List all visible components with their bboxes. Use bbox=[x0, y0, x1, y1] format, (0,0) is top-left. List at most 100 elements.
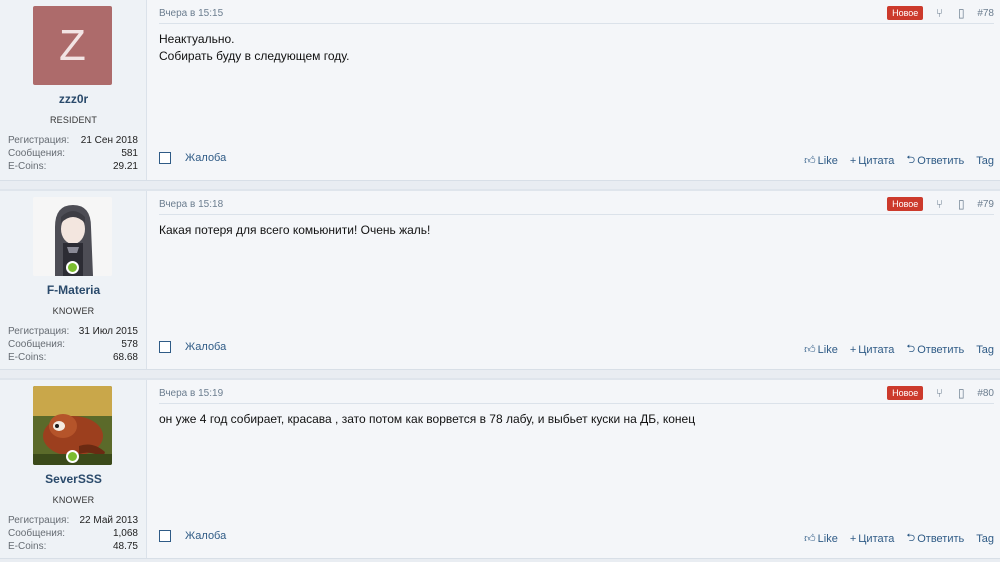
post-meta-actions: Новое ⑂ ▯ #80 bbox=[887, 386, 994, 400]
username[interactable]: zzz0r bbox=[0, 92, 147, 106]
stat-value: 31 Июл 2015 bbox=[78, 326, 138, 337]
post-number[interactable]: #80 bbox=[977, 388, 994, 399]
user-title: RESIDENT bbox=[49, 115, 98, 125]
post-meta: Вчера в 15:19 Новое ⑂ ▯ #80 bbox=[159, 386, 994, 404]
like-label: Like bbox=[817, 154, 838, 167]
report-link[interactable]: Жалоба bbox=[185, 530, 226, 542]
plus-icon: + bbox=[849, 532, 857, 545]
select-checkbox[interactable] bbox=[159, 530, 171, 542]
username[interactable]: F-Materia bbox=[0, 283, 147, 297]
post-number[interactable]: #78 bbox=[977, 8, 994, 19]
tag-button[interactable]: Tag bbox=[976, 340, 994, 359]
stat-label: Сообщения: bbox=[8, 528, 66, 539]
stat-label: E-Coins: bbox=[8, 541, 47, 552]
like-button[interactable]: 👍︎ Like bbox=[804, 529, 838, 548]
new-badge: Новое bbox=[887, 197, 924, 211]
share-icon[interactable]: ⑂ bbox=[933, 197, 945, 211]
reply-button[interactable]: ⮌ Ответить bbox=[906, 529, 964, 548]
post-line: он уже 4 год собирает, красава , зато по… bbox=[159, 412, 696, 426]
reply-label: Ответить bbox=[917, 154, 965, 167]
stat-registration: Регистрация: 21 Сен 2018 bbox=[8, 134, 138, 147]
post-body: он уже 4 год собирает, красава , зато по… bbox=[159, 411, 980, 428]
stat-value: 1,068 bbox=[112, 528, 138, 539]
stat-value: 22 Май 2013 bbox=[79, 515, 138, 526]
like-button[interactable]: 👍︎ Like bbox=[804, 340, 838, 359]
stat-label: E-Coins: bbox=[8, 161, 47, 172]
post-actions: 👍︎ Like + Цитата ⮌ Ответить Tag bbox=[804, 151, 994, 170]
bookmark-icon[interactable]: ▯ bbox=[955, 197, 967, 211]
bookmark-icon[interactable]: ▯ bbox=[955, 386, 967, 400]
stat-label: Сообщения: bbox=[8, 148, 66, 159]
stat-ecoins: E-Coins: 68.68 bbox=[8, 351, 138, 364]
stat-value: 29.21 bbox=[112, 161, 138, 172]
tag-button[interactable]: Tag bbox=[976, 151, 994, 170]
plus-icon: + bbox=[849, 154, 857, 167]
stat-ecoins: E-Coins: 48.75 bbox=[8, 540, 138, 553]
thumbs-up-icon: 👍︎ bbox=[804, 533, 816, 545]
online-indicator bbox=[66, 261, 79, 274]
like-label: Like bbox=[817, 532, 838, 545]
quote-button[interactable]: + Цитата bbox=[850, 340, 895, 359]
post-date[interactable]: Вчера в 15:19 bbox=[159, 388, 223, 399]
stat-value: 68.68 bbox=[112, 352, 138, 363]
quote-label: Цитата bbox=[858, 532, 895, 545]
report-link[interactable]: Жалоба bbox=[185, 152, 226, 164]
post-number[interactable]: #79 bbox=[977, 199, 994, 210]
post-line: Неактуально. bbox=[159, 32, 235, 46]
quote-button[interactable]: + Цитата bbox=[850, 529, 895, 548]
thumbs-up-icon: 👍︎ bbox=[804, 155, 816, 167]
stat-value: 578 bbox=[121, 339, 138, 350]
tag-label: Tag bbox=[976, 343, 994, 356]
quote-button[interactable]: + Цитата bbox=[850, 151, 895, 170]
plus-icon: + bbox=[849, 343, 857, 356]
post-line: Собирать буду в следующем году. bbox=[159, 49, 350, 63]
share-icon[interactable]: ⑂ bbox=[933, 386, 945, 400]
post-actions: 👍︎ Like + Цитата ⮌ Ответить Tag bbox=[804, 340, 994, 359]
username[interactable]: SeverSSS bbox=[0, 472, 147, 486]
post-date[interactable]: Вчера в 15:15 bbox=[159, 8, 223, 19]
post: SeverSSS KNOWER Регистрация: 22 Май 2013 … bbox=[0, 378, 1000, 559]
post-footer: Жалоба 👍︎ Like + Цитата ⮌ Ответить Tag bbox=[159, 339, 994, 356]
post-line: Какая потеря для всего комьюнити! Очень … bbox=[159, 223, 431, 237]
stat-messages: Сообщения: 578 bbox=[8, 338, 138, 351]
reply-icon: ⮌ bbox=[906, 343, 916, 355]
reply-button[interactable]: ⮌ Ответить bbox=[906, 340, 964, 359]
post-meta: Вчера в 15:15 Новое ⑂ ▯ #78 bbox=[159, 6, 994, 24]
post-meta-actions: Новое ⑂ ▯ #79 bbox=[887, 197, 994, 211]
avatar[interactable]: Z bbox=[33, 6, 112, 85]
reply-button[interactable]: ⮌ Ответить bbox=[906, 151, 964, 170]
post-body: Неактуально. Собирать буду в следующем г… bbox=[159, 31, 980, 65]
stat-registration: Регистрация: 22 Май 2013 bbox=[8, 514, 138, 527]
post-date[interactable]: Вчера в 15:18 bbox=[159, 199, 223, 210]
stat-messages: Сообщения: 1,068 bbox=[8, 527, 138, 540]
post: Z zzz0r RESIDENT Регистрация: 21 Сен 2018… bbox=[0, 0, 1000, 181]
stat-label: Регистрация: bbox=[8, 326, 70, 337]
select-checkbox[interactable] bbox=[159, 152, 171, 164]
new-badge: Новое bbox=[887, 386, 924, 400]
tag-label: Tag bbox=[976, 154, 994, 167]
stat-label: Регистрация: bbox=[8, 135, 70, 146]
user-stats: Регистрация: 31 Июл 2015 Сообщения: 578 E-… bbox=[8, 325, 138, 364]
user-info: F-Materia KNOWER Регистрация: 31 Июл 2015… bbox=[0, 191, 147, 369]
quote-label: Цитата bbox=[858, 343, 895, 356]
reply-icon: ⮌ bbox=[906, 532, 916, 544]
post-main: Вчера в 15:19 Новое ⑂ ▯ #80 он уже 4 год… bbox=[147, 380, 1000, 558]
select-checkbox[interactable] bbox=[159, 341, 171, 353]
like-label: Like bbox=[817, 343, 838, 356]
tag-button[interactable]: Tag bbox=[976, 529, 994, 548]
report-link[interactable]: Жалоба bbox=[185, 341, 226, 353]
post-meta-actions: Новое ⑂ ▯ #78 bbox=[887, 6, 994, 20]
post: F-Materia KNOWER Регистрация: 31 Июл 2015… bbox=[0, 189, 1000, 370]
stat-label: Регистрация: bbox=[8, 515, 70, 526]
post-main: Вчера в 15:15 Новое ⑂ ▯ #78 Неактуально.… bbox=[147, 0, 1000, 180]
stat-value: 21 Сен 2018 bbox=[80, 135, 138, 146]
post-footer: Жалоба 👍︎ Like + Цитата ⮌ Ответить Tag bbox=[159, 150, 994, 167]
share-icon[interactable]: ⑂ bbox=[933, 6, 945, 20]
bookmark-icon[interactable]: ▯ bbox=[955, 6, 967, 20]
like-button[interactable]: 👍︎ Like bbox=[804, 151, 838, 170]
reply-label: Ответить bbox=[917, 343, 965, 356]
post-actions: 👍︎ Like + Цитата ⮌ Ответить Tag bbox=[804, 529, 994, 548]
stat-label: E-Coins: bbox=[8, 352, 47, 363]
quote-label: Цитата bbox=[858, 154, 895, 167]
online-indicator bbox=[66, 450, 79, 463]
